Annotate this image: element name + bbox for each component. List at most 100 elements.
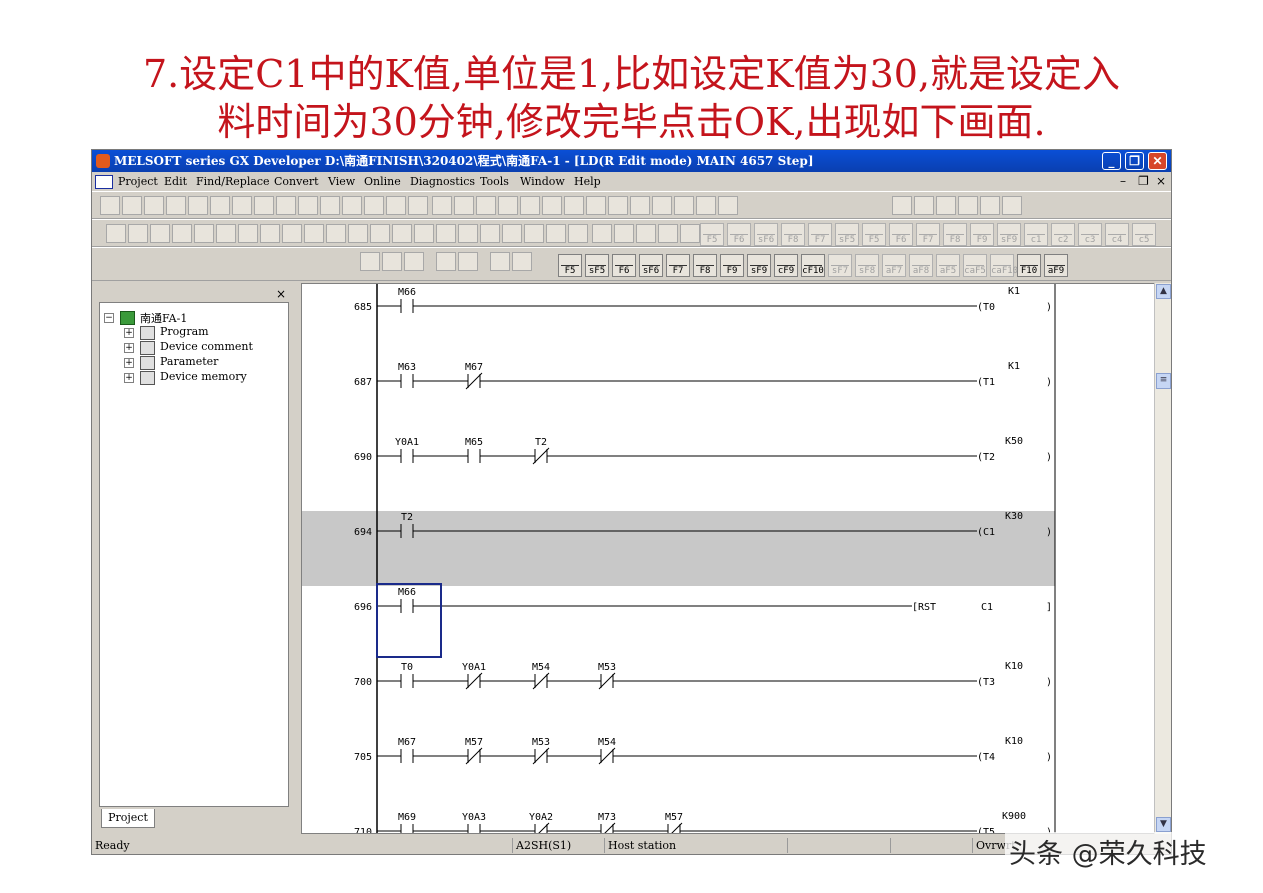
menu-edit[interactable]: Edit [164,172,187,191]
toolbar-button[interactable] [914,196,934,215]
function-key-af7[interactable]: aF7 [882,254,906,277]
close-button[interactable]: ✕ [1148,152,1167,170]
tree-item-parameter[interactable]: Parameter [160,355,218,368]
toolbar-button[interactable] [546,224,566,243]
toolbar-button[interactable] [232,196,252,215]
function-key-button[interactable]: sF5 [835,223,859,246]
toolbar-button[interactable] [520,196,540,215]
expand-icon[interactable]: + [124,343,134,353]
toolbar-button[interactable] [370,224,390,243]
toolbar-button[interactable] [892,196,912,215]
toolbar-button[interactable] [320,196,340,215]
toolbar-button[interactable] [658,224,678,243]
toolbar-button[interactable] [150,224,170,243]
function-key-sf8[interactable]: sF8 [855,254,879,277]
toolbar-button[interactable] [194,224,214,243]
function-key-af8[interactable]: aF8 [909,254,933,277]
menu-tools[interactable]: Tools [480,172,509,191]
function-key-f5[interactable]: F5 [558,254,582,277]
toolbar-button[interactable] [436,224,456,243]
toolbar-button[interactable] [172,224,192,243]
toolbar-button[interactable] [652,196,672,215]
toolbar-button[interactable] [382,252,402,271]
toolbar-button[interactable] [564,196,584,215]
toolbar-button[interactable] [128,224,148,243]
child-restore-button[interactable]: ❐ [1138,172,1149,191]
toolbar-button[interactable] [480,224,500,243]
function-key-button[interactable]: F5 [700,223,724,246]
function-key-sf7[interactable]: sF7 [828,254,852,277]
toolbar-button[interactable] [636,224,656,243]
toolbar-button[interactable] [122,196,142,215]
toolbar-button[interactable] [408,196,428,215]
function-key-button[interactable]: c1 [1024,223,1048,246]
toolbar-button[interactable] [542,196,562,215]
function-key-button[interactable]: sF6 [754,223,778,246]
toolbar-button[interactable] [490,252,510,271]
toolbar-button[interactable] [980,196,1000,215]
function-key-sf9[interactable]: sF9 [747,254,771,277]
toolbar-button[interactable] [348,224,368,243]
title-bar[interactable]: MELSOFT series GX Developer D:\南通FINISH\… [92,150,1171,172]
tree-item-device-memory[interactable]: Device memory [160,370,247,383]
function-key-caf10[interactable]: caF10 [990,254,1018,277]
function-key-f10[interactable]: F10 [1017,254,1041,277]
expand-icon[interactable]: + [124,328,134,338]
function-key-button[interactable]: F8 [943,223,967,246]
toolbar-button[interactable] [342,196,362,215]
toolbar-button[interactable] [392,224,412,243]
expand-icon[interactable]: + [124,373,134,383]
tree-item-device-comment[interactable]: Device comment [160,340,253,353]
scroll-thumb[interactable]: ≡ [1156,373,1171,389]
scroll-down-icon[interactable]: ▼ [1156,817,1171,832]
toolbar-button[interactable] [718,196,738,215]
toolbar-button[interactable] [298,196,318,215]
function-key-caf5[interactable]: caF5 [963,254,987,277]
function-key-sf5[interactable]: sF5 [585,254,609,277]
function-key-button[interactable]: c4 [1105,223,1129,246]
toolbar-button[interactable] [100,196,120,215]
function-key-button[interactable]: F7 [808,223,832,246]
expand-icon[interactable]: + [124,358,134,368]
toolbar-button[interactable] [498,196,518,215]
toolbar-button[interactable] [282,224,302,243]
function-key-button[interactable]: c2 [1051,223,1075,246]
menu-find-replace[interactable]: Find/Replace [196,172,270,191]
child-minimize-button[interactable]: – [1120,172,1126,191]
function-key-button[interactable]: c3 [1078,223,1102,246]
project-panel-close-button[interactable]: × [276,287,286,301]
toolbar-button[interactable] [696,196,716,215]
function-key-button[interactable]: F5 [862,223,886,246]
minimize-button[interactable]: _ [1102,152,1121,170]
restore-button[interactable]: ❐ [1125,152,1144,170]
function-key-f9[interactable]: F9 [720,254,744,277]
function-key-button[interactable]: F6 [889,223,913,246]
function-key-button[interactable]: F9 [970,223,994,246]
function-key-f7[interactable]: F7 [666,254,690,277]
toolbar-button[interactable] [454,196,474,215]
toolbar-button[interactable] [958,196,978,215]
toolbar-button[interactable] [614,224,634,243]
toolbar-button[interactable] [360,252,380,271]
toolbar-button[interactable] [404,252,424,271]
toolbar-button[interactable] [568,224,588,243]
toolbar-button[interactable] [476,196,496,215]
function-key-f8[interactable]: F8 [693,254,717,277]
toolbar-button[interactable] [166,196,186,215]
toolbar-button[interactable] [1002,196,1022,215]
toolbar-button[interactable] [304,224,324,243]
toolbar-button[interactable] [674,196,694,215]
toolbar-button[interactable] [680,224,700,243]
app-icon[interactable] [96,154,110,168]
menu-help[interactable]: Help [574,172,601,191]
menu-diagnostics[interactable]: Diagnostics [410,172,475,191]
toolbar-button[interactable] [364,196,384,215]
ladder-editor[interactable]: 685 M66 (T0) K1 687 M63 M67 (T1) K1 690 Y0A1 M65 T2 (… [301,283,1156,834]
function-key-cf10[interactable]: cF10 [801,254,825,277]
toolbar-button[interactable] [188,196,208,215]
toolbar-button[interactable] [608,196,628,215]
function-key-button[interactable]: F6 [727,223,751,246]
tree-item-program[interactable]: Program [160,325,209,338]
function-key-af5[interactable]: aF5 [936,254,960,277]
toolbar-button[interactable] [326,224,346,243]
